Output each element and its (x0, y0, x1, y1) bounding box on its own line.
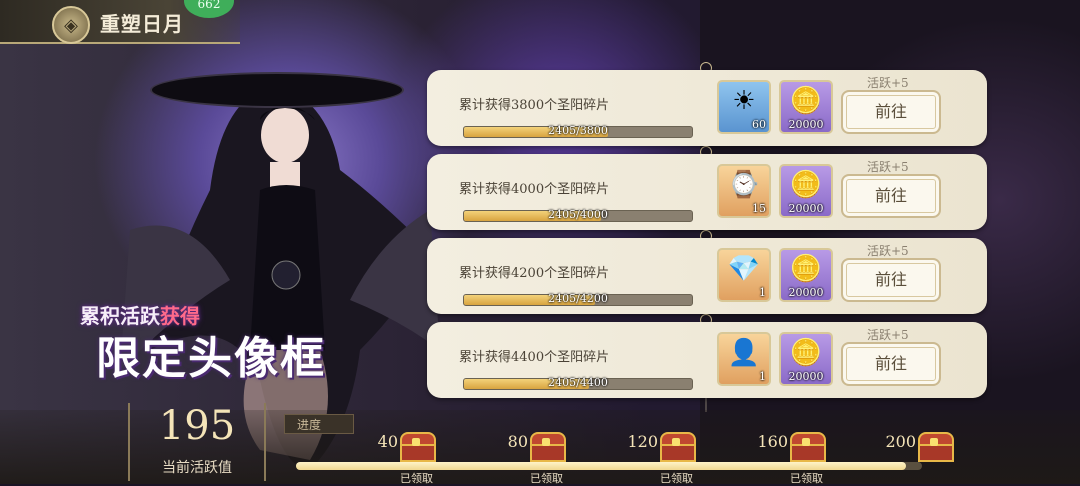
sun-medallion-icon: ☀ (732, 86, 756, 116)
back-emblem-icon[interactable]: ◈ (52, 6, 90, 44)
task-card: 累计获得4000个圣阳碎片 2405/4000 ⌚ 15 🪙 20000 活跃+… (427, 154, 987, 230)
reward-item-gold-coin[interactable]: 🪙 20000 (779, 248, 833, 302)
gold-coin-icon: 🪙 (789, 338, 823, 368)
task-progress-bar: 2405/4000 (463, 208, 693, 222)
treasure-chest-icon (916, 428, 954, 462)
go-button[interactable]: 前往 (841, 90, 941, 134)
task-progress-bar: 2405/4200 (463, 292, 693, 306)
reward-count: 15 (752, 202, 766, 215)
treasure-chest-icon (788, 428, 826, 462)
reward-count: 20000 (788, 286, 824, 299)
reward-count: 60 (752, 118, 766, 131)
pocket-watch-icon: ⌚ (727, 170, 761, 200)
reward-count: 1 (759, 370, 766, 383)
go-button[interactable]: 前往 (841, 342, 941, 386)
task-description: 累计获得3800个圣阳碎片 (459, 98, 610, 113)
task-progress-bar: 2405/3800 (463, 124, 693, 138)
active-points-label: 活跃+5 (867, 328, 909, 342)
milestone-reward-final[interactable]: 200 (876, 428, 976, 484)
promo-title: 限定头像框 (96, 333, 326, 384)
task-list[interactable]: 累计获得3800个圣阳碎片 2405/3800 ☀ 60 🪙 20000 活跃+… (427, 62, 987, 412)
treasure-chest-icon (528, 428, 566, 462)
activity-score-value: 195 (158, 403, 236, 449)
task-progress-text: 2405/4000 (548, 208, 608, 221)
reward-item-sun-medallion[interactable]: ☀ 60 (717, 80, 771, 134)
milestone-reward[interactable]: 40 已领取 (358, 428, 458, 485)
milestone-value: 80 (507, 432, 528, 451)
treasure-chest-icon (398, 428, 436, 462)
active-points-label: 活跃+5 (867, 76, 909, 90)
activity-score-box: 195 当前活跃值 (128, 403, 266, 481)
milestone-reward[interactable]: 120 已领取 (618, 428, 718, 485)
gold-coin-icon: 🪙 (789, 254, 823, 284)
character-halo (150, 72, 404, 108)
reward-item-avatar-frame[interactable]: 👤 1 (717, 332, 771, 386)
task-description: 累计获得4200个圣阳碎片 (459, 266, 610, 281)
reward-item-crystal-gem[interactable]: 💎 1 (717, 248, 771, 302)
activity-score-label: 当前活跃值 (162, 460, 232, 476)
milestone-reward[interactable]: 80 已领取 (488, 428, 588, 485)
top-bar: 662 ◈ 重塑日月 (0, 0, 240, 44)
reward-item-gold-coin[interactable]: 🪙 20000 (779, 164, 833, 218)
task-progress-text: 2405/4400 (548, 376, 608, 389)
avatar-frame-icon: 👤 (727, 338, 761, 368)
go-button[interactable]: 前往 (841, 258, 941, 302)
task-progress-bar: 2405/4400 (463, 376, 693, 390)
active-points-label: 活跃+5 (867, 244, 909, 258)
task-progress-text: 2405/4200 (548, 292, 608, 305)
reward-item-gold-coin[interactable]: 🪙 20000 (779, 332, 833, 386)
reward-item-gold-coin[interactable]: 🪙 20000 (779, 80, 833, 134)
reward-count: 20000 (788, 370, 824, 383)
milestone-value: 160 (757, 432, 788, 451)
active-points-label: 活跃+5 (867, 160, 909, 174)
milestone-reward[interactable]: 160 已领取 (748, 428, 848, 485)
go-button[interactable]: 前往 (841, 174, 941, 218)
page-title: 重塑日月 (100, 12, 184, 36)
task-card: 累计获得4400个圣阳碎片 2405/4400 👤 1 🪙 20000 活跃+5… (427, 322, 987, 398)
task-card: 累计获得4200个圣阳碎片 2405/4200 💎 1 🪙 20000 活跃+5… (427, 238, 987, 314)
task-card: 累计获得3800个圣阳碎片 2405/3800 ☀ 60 🪙 20000 活跃+… (427, 70, 987, 146)
top-badge: 662 (184, 0, 234, 18)
task-description: 累计获得4000个圣阳碎片 (459, 182, 610, 197)
task-progress-text: 2405/3800 (548, 124, 608, 137)
task-description: 累计获得4400个圣阳碎片 (459, 350, 610, 365)
milestone-value: 40 (377, 432, 398, 451)
progress-tag: 进度 (284, 414, 354, 434)
reward-count: 20000 (788, 202, 824, 215)
reward-item-pocket-watch[interactable]: ⌚ 15 (717, 164, 771, 218)
treasure-chest-icon (658, 428, 696, 462)
reward-count: 1 (759, 286, 766, 299)
gold-coin-icon: 🪙 (789, 170, 823, 200)
gold-coin-icon: 🪙 (789, 86, 823, 116)
reward-count: 20000 (788, 118, 824, 131)
milestone-value: 200 (885, 432, 916, 451)
milestone-value: 120 (627, 432, 658, 451)
crystal-gem-icon: 💎 (727, 254, 761, 284)
